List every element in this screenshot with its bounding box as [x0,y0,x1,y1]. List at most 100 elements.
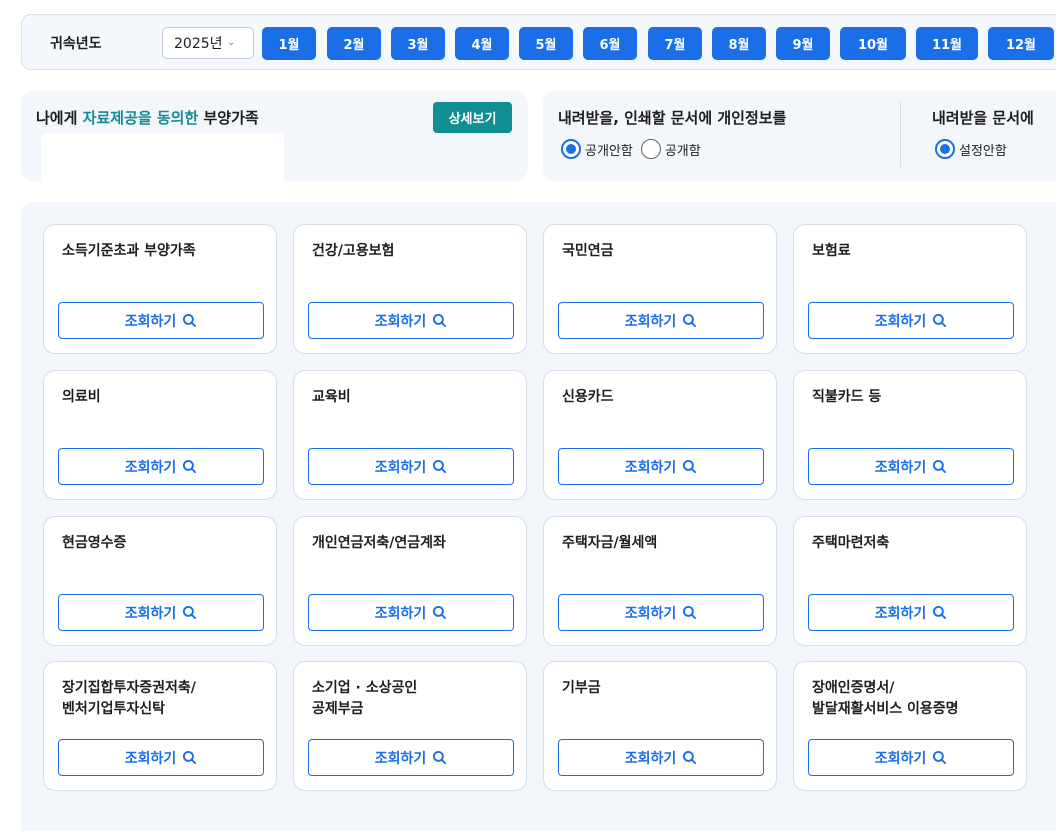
detail-view-button[interactable]: 상세보기 [433,102,512,133]
month-button-3[interactable]: 3월 [391,27,445,60]
search-icon [183,750,197,765]
document-setting-radio-0[interactable] [935,139,955,159]
document-privacy-radio-1[interactable] [640,139,661,159]
search-icon [683,750,697,765]
query-button-label: 조회하기 [624,459,677,476]
search-icon [683,459,697,474]
category-card: 직불카드 등조회하기 [793,370,1027,500]
month-button-5[interactable]: 5월 [519,27,573,60]
query-button-label: 조회하기 [874,313,927,330]
month-button-11[interactable]: 11월 [916,27,978,60]
year-label: 귀속년도 [50,36,102,52]
query-button-label: 조회하기 [124,459,177,476]
query-button-label: 조회하기 [124,750,177,767]
month-button-2[interactable]: 2월 [327,27,381,60]
category-title: 소득기준초과 부양가족 [62,243,196,259]
category-title: 주택자금/월세액 [562,535,658,551]
document-privacy-options: 공개안함 공개함 [561,139,709,159]
search-icon [933,313,947,328]
query-button-label: 조회하기 [374,459,427,476]
query-button-label: 조회하기 [624,750,677,767]
search-icon [433,605,447,620]
search-icon [683,313,697,328]
category-card: 신용카드조회하기 [543,370,777,500]
query-button[interactable]: 조회하기 [558,302,764,339]
query-button[interactable]: 조회하기 [308,594,514,631]
category-card: 건강/고용보험조회하기 [293,224,527,354]
dependents-title-highlight: 자료제공을 동의한 [82,109,199,127]
chevron-down-icon: ⌄ [227,38,236,48]
month-button-10[interactable]: 10월 [840,27,906,60]
document-setting-title: 내려받을 문서에 [932,109,1034,127]
category-title: 개인연금저축/연금계좌 [312,535,446,551]
category-card: 국민연금조회하기 [543,224,777,354]
month-button-6[interactable]: 6월 [583,27,637,60]
category-card: 기부금조회하기 [543,661,777,791]
document-privacy-radio-0[interactable] [561,139,581,159]
year-month-bar: 귀속년도 2025년 ⌄ 1월 2월 3월 4월 5월 6월 7월 8월 9월 10월 11월 12월 [21,14,1056,70]
search-icon [433,459,447,474]
dependents-title-suffix: 부양가족 [198,109,259,127]
query-button-label: 조회하기 [374,313,427,330]
query-button[interactable]: 조회하기 [558,739,764,776]
month-button-9[interactable]: 9월 [776,27,830,60]
category-title: 기부금 [562,680,601,696]
category-title: 주택마련저축 [812,535,890,551]
search-icon [433,750,447,765]
query-button[interactable]: 조회하기 [308,302,514,339]
category-card: 교육비 조회하기 [293,370,527,500]
query-button[interactable]: 조회하기 [58,594,264,631]
category-title: 의료비 [62,389,101,405]
query-button[interactable]: 조회하기 [58,739,264,776]
query-button-label: 조회하기 [874,459,927,476]
category-grid: 소득기준초과 부양가족 조회하기 건강/고용보험 조회하기 국민연금 조회하기 보험료 조회하… [21,202,1056,831]
query-button[interactable]: 조회하기 [308,448,514,485]
category-title: 국민연금 [562,243,614,259]
category-title: 장애인증명서/ 발달재활서비스 이용증명 [812,680,959,717]
category-card: 보험료조회하기 [793,224,1027,354]
year-select[interactable]: 2025년 ⌄ [162,27,254,59]
query-button[interactable]: 조회하기 [58,302,264,339]
search-icon [933,459,947,474]
category-card: 장기집합투자증권저축/ 벤처기업투자신탁조회하기 [43,661,277,791]
category-card: 주택마련저축조회하기 [793,516,1027,646]
document-privacy-radio-label-1: 공개함 [664,143,701,159]
dependents-title-prefix: 나에게 [36,109,83,127]
query-button-label: 조회하기 [874,750,927,767]
month-button-12[interactable]: 12월 [988,27,1054,60]
month-button-8[interactable]: 8월 [712,27,766,60]
category-title: 직불카드 등 [812,389,882,405]
query-button[interactable]: 조회하기 [308,739,514,776]
query-button[interactable]: 조회하기 [558,448,764,485]
month-button-7[interactable]: 7월 [648,27,702,60]
query-button[interactable]: 조회하기 [558,594,764,631]
search-icon [183,605,197,620]
query-button-label: 조회하기 [624,313,677,330]
document-setting-options: 설정안함 [935,139,1015,159]
query-button[interactable]: 조회하기 [808,302,1014,339]
category-title: 장기집합투자증권저축/ 벤처기업투자신탁 [62,680,196,717]
search-icon [183,459,197,474]
category-card: 의료비조회하기 [43,370,277,500]
category-card: 현금영수증 조회하기 [43,516,277,646]
search-icon [683,605,697,620]
query-button-label: 조회하기 [374,605,427,622]
privacy-settings-panel: 내려받을, 인쇄할 문서에 개인정보를 공개안함 공개함 내려받을 문서에 설정안… [543,91,1056,181]
search-icon [183,313,197,328]
category-card: 장애인증명서/ 발달재활서비스 이용증명조회하기 [793,661,1027,791]
query-button-label: 조회하기 [124,313,177,330]
category-title: 보험료 [812,243,851,259]
category-title: 건강/고용보험 [312,243,395,259]
query-button[interactable]: 조회하기 [808,739,1014,776]
query-button[interactable]: 조회하기 [58,448,264,485]
query-button-label: 조회하기 [874,605,927,622]
year-select-value: 2025년 [174,36,223,52]
query-button[interactable]: 조회하기 [808,448,1014,485]
query-button[interactable]: 조회하기 [808,594,1014,631]
category-title: 신용카드 [562,389,614,405]
panel-divider [900,101,901,167]
month-button-1[interactable]: 1월 [262,27,316,60]
query-button-label: 조회하기 [374,750,427,767]
document-privacy-title: 내려받을, 인쇄할 문서에 개인정보를 [558,109,787,127]
month-button-4[interactable]: 4월 [455,27,509,60]
